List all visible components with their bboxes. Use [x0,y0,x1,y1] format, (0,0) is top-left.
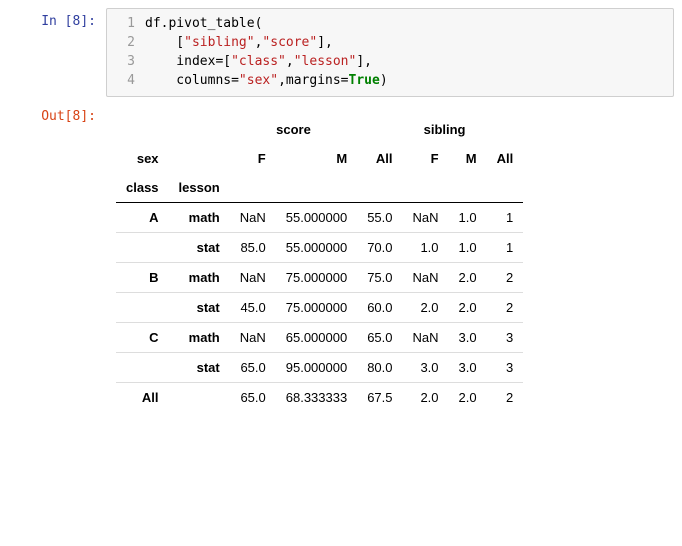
table-cell: 65.0 [230,383,276,413]
line-number: 1 [107,15,145,34]
table-cell: 65.0 [230,353,276,383]
table-row: stat65.095.00000080.03.03.03 [116,353,523,383]
col-header: M [276,144,357,173]
row-header-class: A [116,203,169,233]
table-cell: 2 [487,293,524,323]
row-header-lesson: stat [169,233,230,263]
col-header: All [487,144,524,173]
index-name-lesson: lesson [169,173,230,203]
table-cell: NaN [230,263,276,293]
line-number: 4 [107,72,145,91]
table-cell: 2.0 [449,293,487,323]
input-cell: In [8]: 1df.pivot_table(2 ["sibling","sc… [8,8,674,97]
table-cell: 80.0 [357,353,402,383]
code-line: 1df.pivot_table( [107,15,673,34]
row-header-lesson: math [169,203,230,233]
table-cell: 2.0 [449,383,487,413]
table-cell: 2 [487,383,524,413]
table-row: stat85.055.00000070.01.01.01 [116,233,523,263]
table-row: All65.068.33333367.52.02.02 [116,383,523,413]
line-number: 2 [107,34,145,53]
output-area: score sibling sex F M All F M All class [106,103,674,412]
col-header: F [403,144,449,173]
row-header-lesson: math [169,323,230,353]
table-cell: 95.000000 [276,353,357,383]
row-header-lesson: stat [169,353,230,383]
table-cell: 68.333333 [276,383,357,413]
table-body: AmathNaN55.00000055.0NaN1.01stat85.055.0… [116,203,523,413]
table-cell: 3.0 [403,353,449,383]
table-cell: 2.0 [449,263,487,293]
table-cell: 75.000000 [276,293,357,323]
code-line: 3 index=["class","lesson"], [107,53,673,72]
row-header-class [116,233,169,263]
table-cell: NaN [403,203,449,233]
row-header-lesson: stat [169,293,230,323]
line-number: 3 [107,53,145,72]
table-cell: 75.000000 [276,263,357,293]
table-cell: NaN [230,323,276,353]
sex-label: sex [116,144,169,173]
table-cell: 75.0 [357,263,402,293]
table-cell: 45.0 [230,293,276,323]
table-row: BmathNaN75.00000075.0NaN2.02 [116,263,523,293]
table-cell: 1 [487,203,524,233]
table-row: stat45.075.00000060.02.02.02 [116,293,523,323]
table-cell: 65.000000 [276,323,357,353]
row-header-lesson [169,383,230,413]
table-cell: 2 [487,263,524,293]
table-cell: 3 [487,353,524,383]
table-cell: 55.000000 [276,203,357,233]
code-editor[interactable]: 1df.pivot_table(2 ["sibling","score"],3 … [106,8,674,97]
row-header-class: All [116,383,169,413]
table-cell: 70.0 [357,233,402,263]
table-cell: 67.5 [357,383,402,413]
table-cell: NaN [403,263,449,293]
pivot-table: score sibling sex F M All F M All class [116,115,523,412]
table-cell: 60.0 [357,293,402,323]
table-header: score sibling sex F M All F M All class [116,115,523,203]
table-row: AmathNaN55.00000055.0NaN1.01 [116,203,523,233]
code-line: 4 columns="sex",margins=True) [107,72,673,91]
col-group-sibling: sibling [403,115,487,144]
output-cell: Out[8]: score sibling sex F M All [8,103,674,412]
table-cell: 55.000000 [276,233,357,263]
table-cell: 1.0 [449,203,487,233]
table-row: CmathNaN65.00000065.0NaN3.03 [116,323,523,353]
table-cell: 1 [487,233,524,263]
col-group-score: score [230,115,357,144]
index-name-class: class [116,173,169,203]
row-header-class [116,293,169,323]
table-cell: 3.0 [449,353,487,383]
table-cell: 65.0 [357,323,402,353]
table-cell: 3.0 [449,323,487,353]
table-cell: 3 [487,323,524,353]
col-header: All [357,144,402,173]
code-content: df.pivot_table( [145,15,262,34]
table-cell: NaN [230,203,276,233]
table-cell: 1.0 [449,233,487,263]
table-cell: 1.0 [403,233,449,263]
row-header-lesson: math [169,263,230,293]
row-header-class [116,353,169,383]
table-cell: 85.0 [230,233,276,263]
col-header: F [230,144,276,173]
output-prompt: Out[8]: [8,103,106,124]
col-header: M [449,144,487,173]
code-content: index=["class","lesson"], [145,53,372,72]
row-header-class: B [116,263,169,293]
table-cell: 55.0 [357,203,402,233]
code-content: columns="sex",margins=True) [145,72,388,91]
table-cell: 2.0 [403,293,449,323]
input-prompt: In [8]: [8,8,106,29]
table-cell: 2.0 [403,383,449,413]
code-content: ["sibling","score"], [145,34,333,53]
row-header-class: C [116,323,169,353]
code-line: 2 ["sibling","score"], [107,34,673,53]
table-cell: NaN [403,323,449,353]
